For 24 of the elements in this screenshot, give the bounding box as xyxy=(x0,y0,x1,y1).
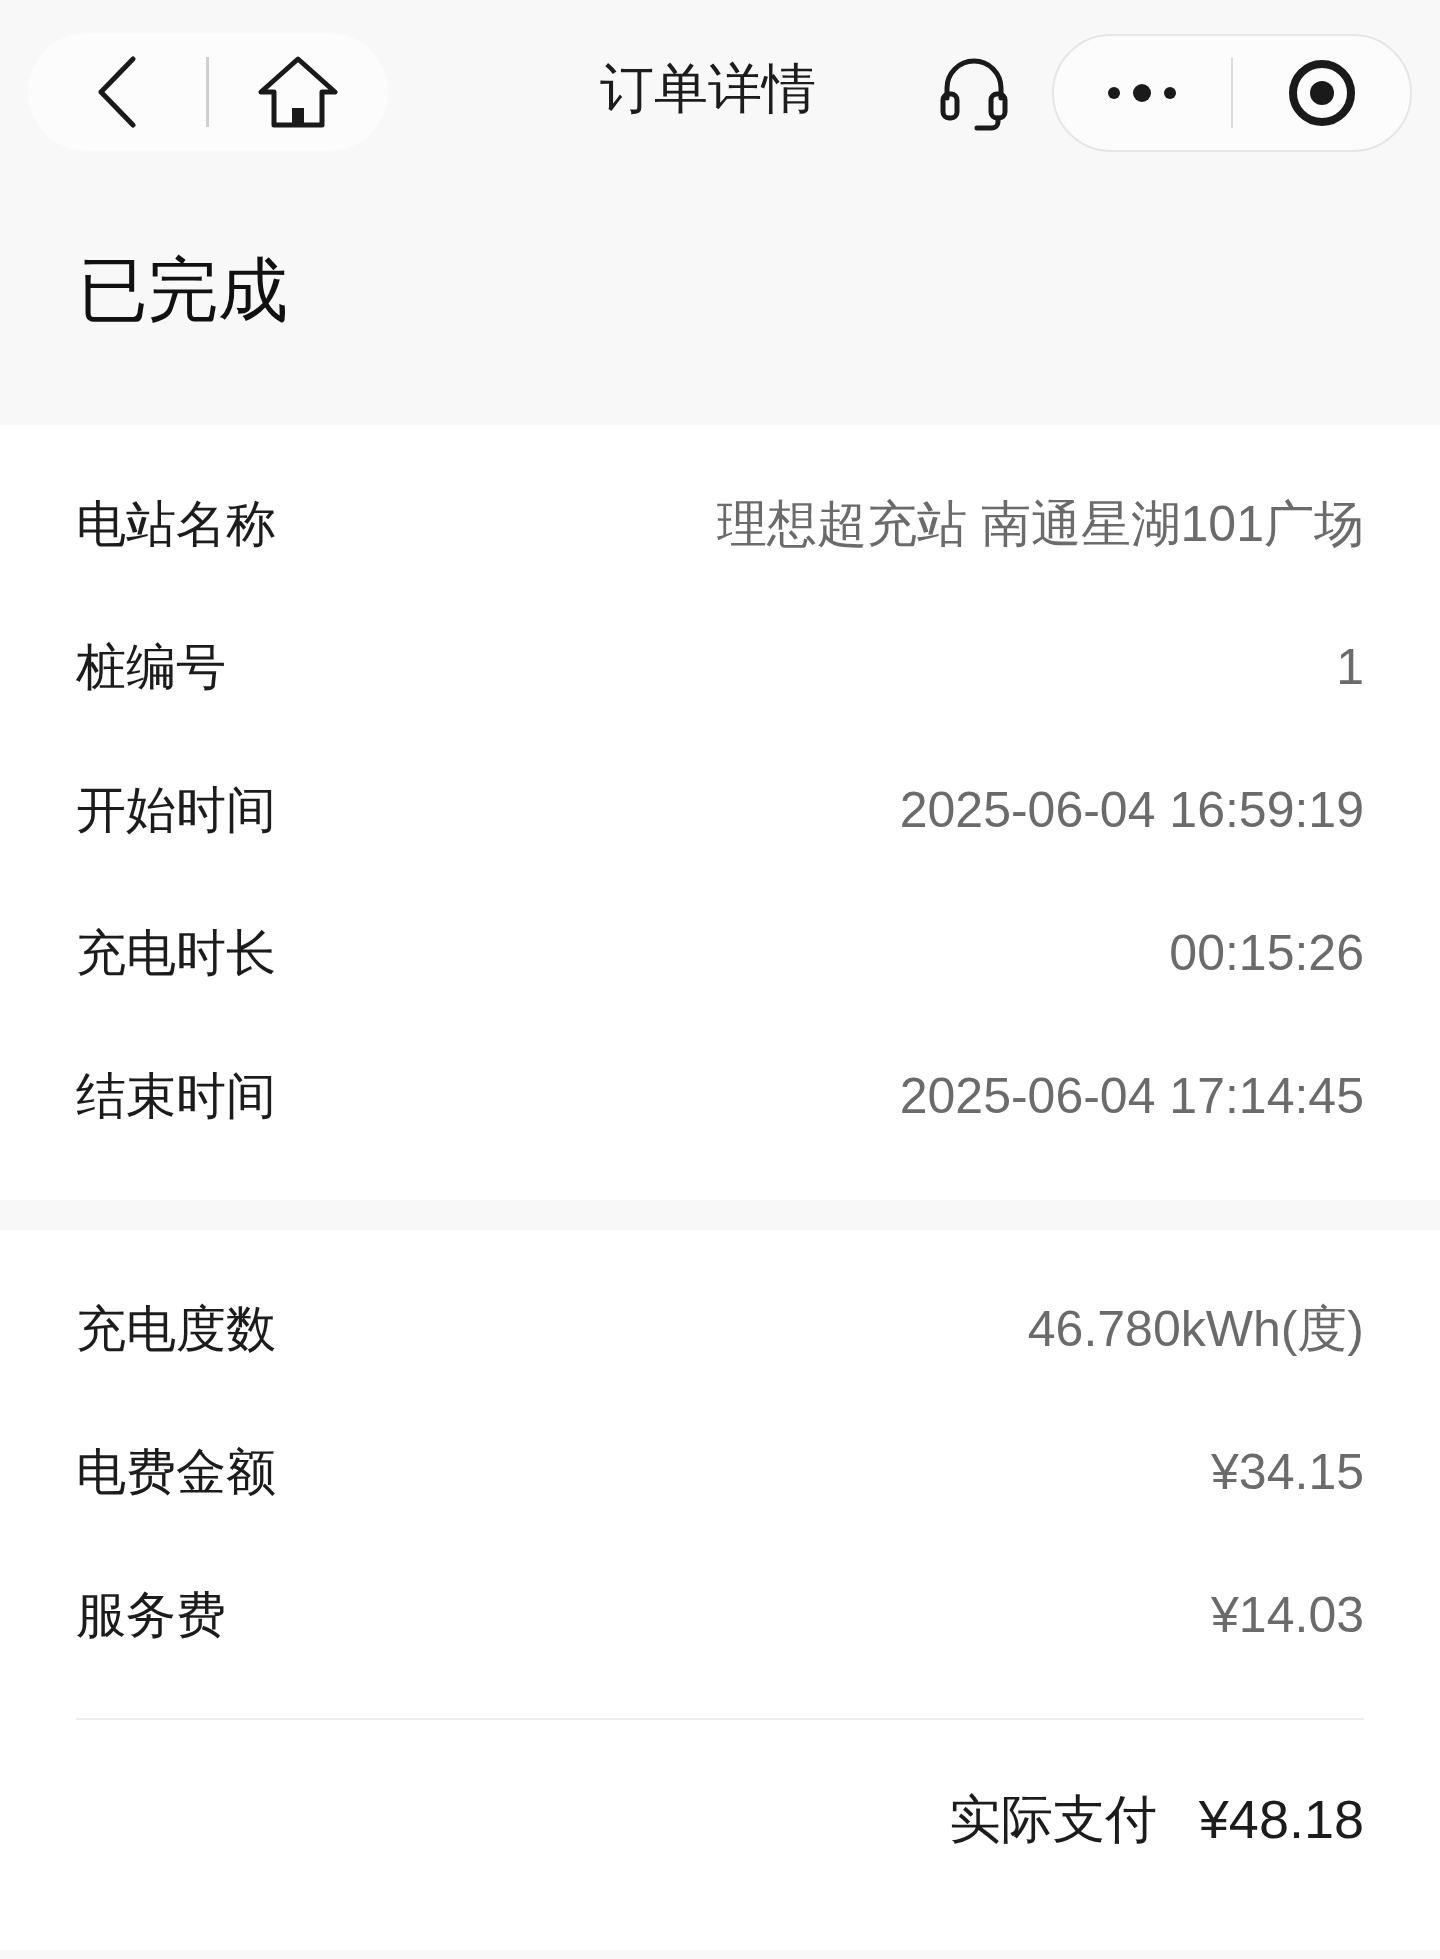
field-value: 00:15:26 xyxy=(1169,924,1364,983)
order-status: 已完成 xyxy=(78,249,288,331)
more-icon xyxy=(1106,82,1179,103)
field-value: 理想超充站 南通星湖101广场 xyxy=(716,495,1364,554)
total-label: 实际支付 xyxy=(948,1789,1157,1850)
field-value: ¥34.15 xyxy=(1211,1443,1364,1502)
field-label: 桩编号 xyxy=(76,638,226,697)
field-label: 结束时间 xyxy=(76,1067,276,1126)
field-label: 电费金额 xyxy=(76,1443,276,1502)
field-value: 46.780kWh(度) xyxy=(1027,1300,1364,1359)
field-value: 2025-06-04 16:59:19 xyxy=(899,781,1364,840)
field-label: 服务费 xyxy=(76,1586,226,1645)
field-label: 开始时间 xyxy=(76,781,276,840)
home-icon xyxy=(258,55,338,128)
field-value: ¥14.03 xyxy=(1211,1586,1364,1645)
field-value: 2025-06-04 17:14:45 xyxy=(899,1067,1364,1126)
field-label: 充电时长 xyxy=(76,924,276,983)
field-value: 1 xyxy=(1336,638,1364,697)
field-label: 充电度数 xyxy=(76,1300,276,1359)
total-amount: ¥48.18 xyxy=(1198,1787,1364,1851)
field-label: 电站名称 xyxy=(76,495,276,554)
target-icon xyxy=(1287,58,1356,127)
page-title: 订单详情 xyxy=(600,57,816,120)
back-icon xyxy=(97,55,137,128)
